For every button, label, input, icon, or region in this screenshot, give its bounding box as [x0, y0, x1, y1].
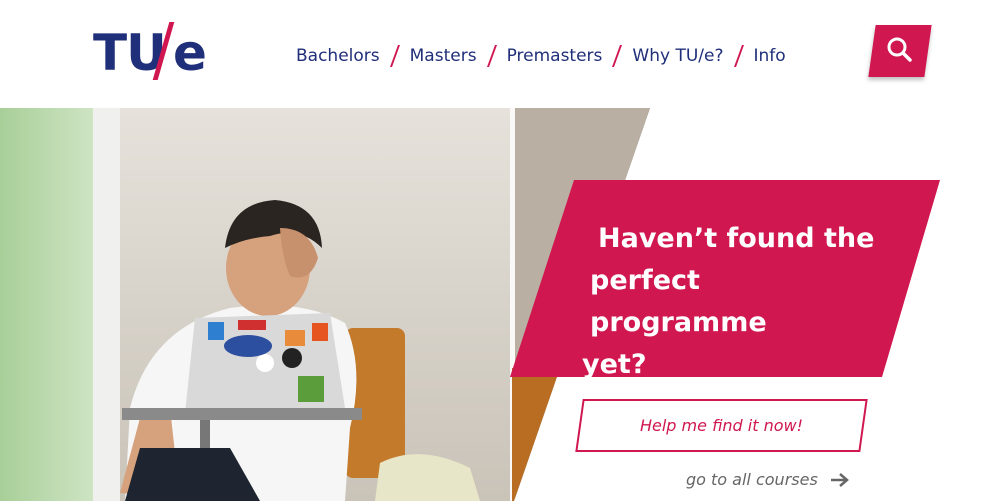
nav-masters[interactable]: Masters: [410, 46, 477, 66]
nav-bachelors[interactable]: Bachelors: [296, 46, 380, 66]
help-me-find-button[interactable]: Help me find it now!: [575, 399, 868, 452]
nav-why-tue[interactable]: Why TU/e?: [632, 46, 723, 66]
nav-separator: [612, 45, 623, 67]
nav-separator: [486, 45, 497, 67]
cta-label: Help me find it now!: [639, 416, 804, 435]
logo-e: e: [173, 24, 207, 82]
all-courses-link[interactable]: go to all courses: [686, 470, 850, 489]
nav-separator: [733, 45, 744, 67]
main-nav: Bachelors Masters Premasters Why TU/e? I…: [296, 40, 786, 72]
tue-logo[interactable]: TU e: [93, 18, 213, 82]
hero-title: Haven’t found the perfect programme yet?: [576, 218, 876, 386]
hero-title-line: perfect programme: [590, 265, 767, 338]
all-courses-label: go to all courses: [686, 470, 818, 489]
nav-info[interactable]: Info: [754, 46, 786, 66]
arrow-right-icon: [830, 472, 849, 487]
nav-separator: [389, 45, 400, 67]
search-icon[interactable]: [886, 36, 912, 62]
hero-title-line: Haven’t found the: [598, 223, 875, 254]
hero-title-line: yet?: [582, 349, 647, 380]
site-header: TU e Bachelors Masters Premasters Why TU…: [0, 0, 1001, 108]
nav-premasters[interactable]: Premasters: [507, 46, 603, 66]
